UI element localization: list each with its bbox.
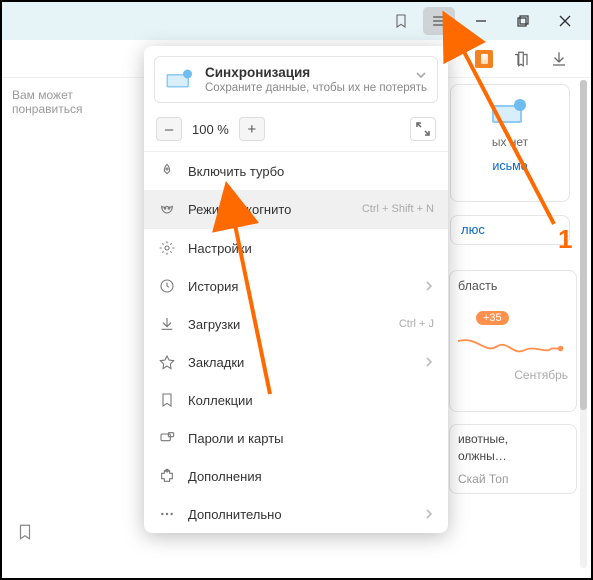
annotation-number-1: 1 [558,224,572,255]
menu-item-dots[interactable]: Дополнительно [144,495,448,533]
menu-item-rocket[interactable]: Включить турбо [144,152,448,190]
zoom-value: 100 % [190,122,231,137]
menu-item-label: Пароли и карты [188,431,284,446]
footer-suggestion: Вам может понравиться [2,78,152,126]
mail-widget-link[interactable]: исьмо [459,159,561,173]
menu-item-label: Загрузки [188,317,240,332]
bookmarks-icon[interactable] [385,7,417,35]
mail-widget-icon [490,93,530,127]
menu-item-label: Дополнительно [188,507,282,522]
weather-widget[interactable]: бласть +35 Сентябрь [449,270,577,412]
rocket-icon [158,162,176,180]
menu-item-gear[interactable]: Настройки [144,229,448,267]
collections-icon[interactable] [511,49,531,69]
sync-icon [165,65,195,91]
puzzle-icon [158,467,176,485]
menu-item-key[interactable]: Пароли и карты [144,419,448,457]
zoom-out-button[interactable]: – [156,117,182,141]
minimize-button[interactable] [461,6,501,36]
temperature-badge: +35 [476,311,509,325]
titlebar [2,2,591,40]
bookmarks-sidebar-icon[interactable] [16,523,34,544]
mail-widget[interactable]: ых нет исьмо [450,84,570,202]
weather-region: бласть [458,279,568,293]
clock-icon [158,277,176,295]
dots-icon [158,505,176,523]
news-source: Скай Топ [458,471,568,488]
menu-item-accelerator: Ctrl + J [399,318,434,330]
chevron-right-icon [424,279,434,294]
menu-item-label: Режим инкогнито [188,202,291,217]
download-icon [158,315,176,333]
menu-item-star[interactable]: Закладки [144,343,448,381]
menu-item-label: Настройки [188,241,252,256]
fullscreen-button[interactable] [410,117,436,141]
menu-item-flag[interactable]: Коллекции [144,381,448,419]
sync-title: Синхронизация [205,65,427,80]
weather-month: Сентябрь [458,368,568,382]
menu-item-mask[interactable]: Режим инкогнито Ctrl + Shift + N [144,190,448,228]
menu-item-clock[interactable]: История [144,267,448,305]
menu-button[interactable] [423,7,455,35]
menu-item-label: Закладки [188,355,244,370]
menu-item-label: История [188,279,238,294]
zoom-controls: – 100 % + [144,111,448,151]
key-icon [158,429,176,447]
menu-item-label: Включить турбо [188,164,284,179]
weather-sparkline-icon [458,325,568,361]
menu-item-accelerator: Ctrl + Shift + N [362,203,434,215]
news-line2: олжны… [458,448,568,465]
gear-icon [158,239,176,257]
news-line1: ивотные, [458,431,568,448]
download-icon[interactable] [549,49,569,69]
menu-item-download[interactable]: Загрузки Ctrl + J [144,305,448,343]
chevron-right-icon [424,507,434,522]
chevron-down-icon [415,69,427,84]
mask-icon [158,200,176,218]
close-button[interactable] [545,6,585,36]
plus-label: люс [461,222,485,237]
news-widget[interactable]: ивотные, олжны… Скай Топ [449,424,577,494]
sync-card[interactable]: Синхронизация Сохраните данные, чтобы их… [154,56,438,103]
scrollbar-thumb[interactable] [580,80,587,410]
menu-item-puzzle[interactable]: Дополнения [144,457,448,495]
plus-widget[interactable]: люс [450,215,570,245]
chevron-right-icon [424,355,434,370]
maximize-button[interactable] [503,6,543,36]
menu-item-label: Дополнения [188,469,262,484]
flag-icon [158,391,176,409]
mail-widget-text1: ых нет [459,133,561,151]
launcher-icon[interactable] [475,50,493,68]
main-menu: Синхронизация Сохраните данные, чтобы их… [144,46,448,533]
star-icon [158,353,176,371]
menu-item-label: Коллекции [188,393,253,408]
sync-subtitle: Сохраните данные, чтобы их не потерять [205,82,427,94]
zoom-in-button[interactable]: + [239,117,265,141]
